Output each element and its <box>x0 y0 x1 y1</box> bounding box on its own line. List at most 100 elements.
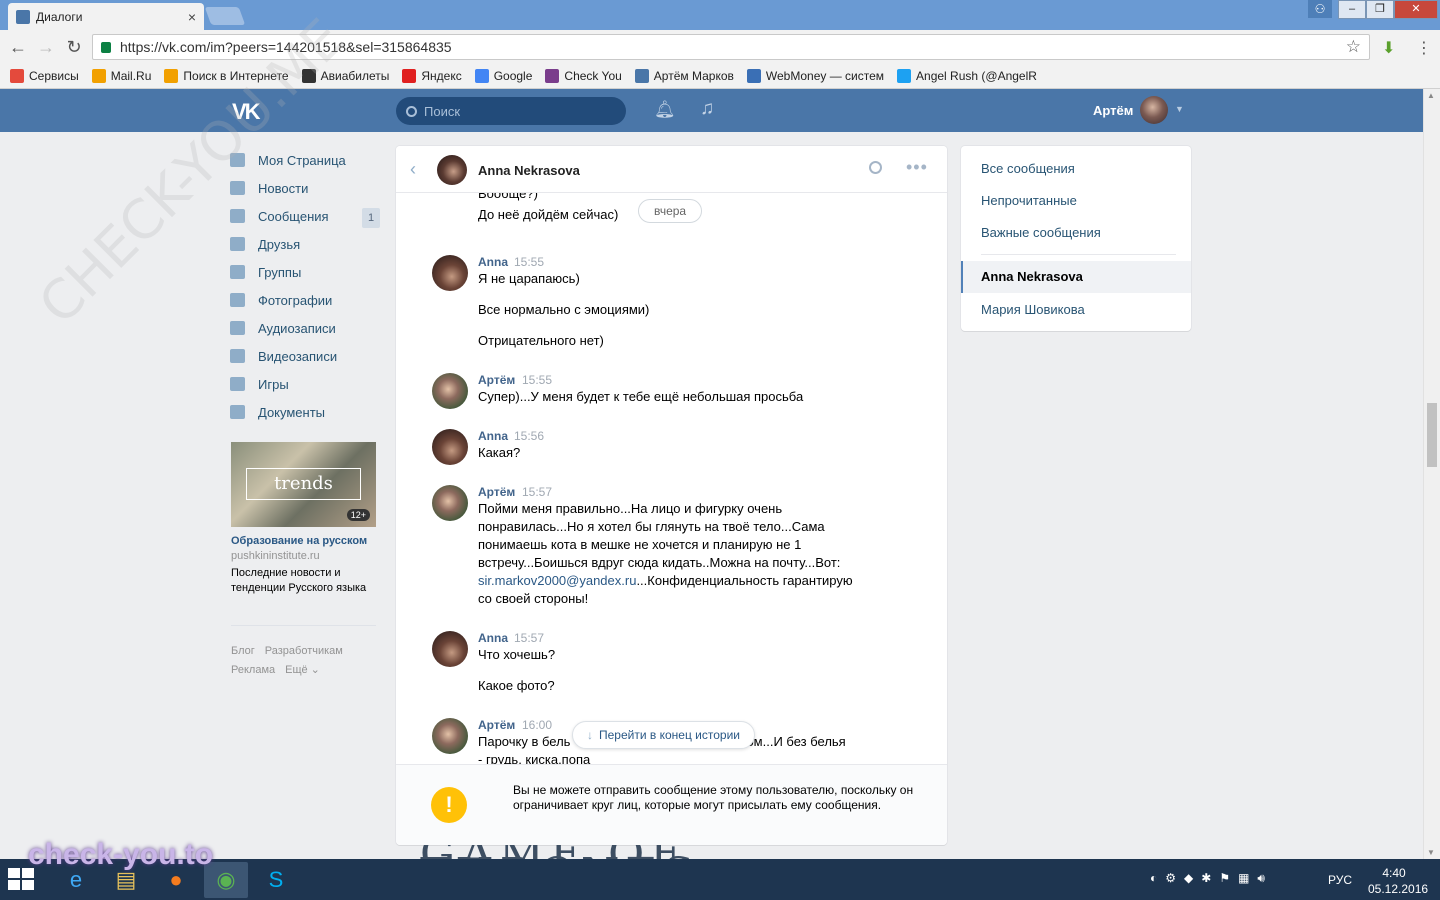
page-scrollbar[interactable]: ▲ ▼ <box>1423 89 1440 859</box>
bookmark-item[interactable]: Авиабилеты <box>301 69 389 83</box>
peer-name[interactable]: Anna Nekrasova <box>478 163 580 178</box>
skype-icon[interactable]: S <box>254 862 298 898</box>
back-arrow-icon[interactable]: ← <box>8 37 28 57</box>
message-time[interactable]: 16:00 <box>522 718 552 732</box>
avatar[interactable] <box>432 718 468 754</box>
tray-green-icon[interactable]: ◆ <box>1184 871 1193 886</box>
avatar[interactable] <box>432 373 468 409</box>
vk-logo[interactable]: VK <box>232 99 261 125</box>
arrow-down-icon: ↓ <box>587 728 593 742</box>
sidebar-item[interactable]: Моя Страница <box>230 146 380 174</box>
message-time[interactable]: 15:55 <box>522 373 552 387</box>
message-author[interactable]: Anna <box>478 631 508 645</box>
search-icon[interactable] <box>869 161 882 174</box>
message-author[interactable]: Anna <box>478 255 508 269</box>
conversation-item[interactable]: Мария Шовикова <box>981 302 1085 317</box>
footer-link-more[interactable]: Ещё ⌄ <box>285 664 320 676</box>
bookmark-star-icon[interactable]: ☆ <box>1346 37 1361 57</box>
steam-icon[interactable]: ⚙ <box>1165 871 1176 886</box>
profile-icon[interactable]: ⚇ <box>1308 0 1332 18</box>
footer-link-blog[interactable]: Блог <box>231 645 255 657</box>
message-history[interactable]: Вообще?) До неё дойдём сейчас) вчера Ann… <box>396 193 947 764</box>
volume-icon[interactable]: 🔊︎ <box>1257 871 1265 886</box>
new-tab-button[interactable] <box>204 7 246 25</box>
avatar[interactable] <box>432 429 468 465</box>
message-time[interactable]: 15:57 <box>514 631 544 645</box>
avatar[interactable] <box>432 631 468 667</box>
conversation-item-active[interactable]: Anna Nekrasova <box>961 261 1191 293</box>
sidebar-item[interactable]: Документы <box>230 398 380 426</box>
download-extension-icon[interactable]: ⬇ <box>1382 38 1395 58</box>
bell-icon[interactable]: 🔔︎ <box>654 100 676 120</box>
sidebar-item[interactable]: Друзья <box>230 230 380 258</box>
menu-dots-icon[interactable]: ⋮ <box>1416 38 1432 58</box>
tray-red-icon[interactable]: ✱ <box>1201 871 1211 886</box>
filter-important[interactable]: Важные сообщения <box>981 225 1101 240</box>
message-author[interactable]: Артём <box>478 485 515 499</box>
message-time[interactable]: 15:56 <box>514 429 544 443</box>
network-icon[interactable]: ▦ <box>1238 871 1249 886</box>
sidebar-item[interactable]: Группы <box>230 258 380 286</box>
bookmark-item[interactable]: Яндекс <box>402 69 462 83</box>
email-link[interactable]: sir.markov2000@yandex.ru <box>478 573 636 588</box>
chevron-down-icon[interactable]: ▼ <box>1175 104 1184 114</box>
header-user-name[interactable]: Артём <box>1093 103 1133 118</box>
bookmark-item[interactable]: Поиск в Интернете <box>164 69 289 83</box>
tab-close-button[interactable]: × <box>188 9 196 25</box>
background-art-text: GAME OF THRONES <box>420 845 980 859</box>
sidebar-item[interactable]: Сообщения 1 <box>230 202 380 230</box>
footer-link-developers[interactable]: Разработчикам <box>265 645 343 657</box>
bookmark-item[interactable]: Mail.Ru <box>91 69 151 83</box>
promo-image[interactable]: trends 12+ <box>231 442 376 527</box>
bookmark-item[interactable]: Артём Марков <box>634 69 734 83</box>
tray-app-icon[interactable]: ◐ <box>1150 871 1157 886</box>
sidebar-item[interactable]: Видеозаписи <box>230 342 380 370</box>
language-indicator[interactable]: РУС <box>1328 873 1352 887</box>
search-input[interactable]: Поиск <box>396 97 626 125</box>
bookmark-item[interactable]: Angel Rush (@AngelR <box>897 69 1037 83</box>
flag-icon[interactable]: ⚑ <box>1219 871 1230 886</box>
minimize-button[interactable]: – <box>1338 0 1366 19</box>
scrollbar-thumb[interactable] <box>1427 403 1437 467</box>
avatar[interactable] <box>432 485 468 521</box>
clock[interactable]: 4:40 05.12.2016 <box>1368 865 1428 897</box>
filter-unread[interactable]: Непрочитанные <box>981 193 1077 208</box>
back-chevron-icon[interactable]: ‹ <box>410 159 416 180</box>
bookmark-item[interactable]: Google <box>474 69 532 83</box>
address-bar[interactable]: https://vk.com/im?peers=144201518&sel=31… <box>92 34 1370 60</box>
forward-arrow-icon[interactable]: → <box>36 37 56 57</box>
bookmark-item[interactable]: WebMoney — систем <box>746 69 884 83</box>
reload-icon[interactable]: ↻ <box>64 37 84 57</box>
sidebar-item-label: Фотографии <box>258 292 333 308</box>
message-author[interactable]: Артём <box>478 373 515 387</box>
avatar[interactable] <box>1140 96 1168 124</box>
message-author[interactable]: Артём <box>478 718 515 732</box>
message-author[interactable]: Anna <box>478 429 508 443</box>
bookmark-item[interactable]: Сервисы <box>10 69 79 83</box>
promo-title[interactable]: Образование на русском <box>231 535 376 547</box>
search-icon <box>406 105 417 117</box>
scroll-up-icon[interactable]: ▲ <box>1427 91 1435 100</box>
message-time[interactable]: 15:57 <box>522 485 552 499</box>
footer-link-ads[interactable]: Реклама <box>231 664 275 676</box>
bookmark-icon <box>634 69 649 83</box>
music-note-icon[interactable]: ♫ <box>700 98 714 120</box>
promo-block[interactable]: trends 12+ Образование на русском pushki… <box>231 442 376 596</box>
sidebar-item[interactable]: Новости <box>230 174 380 202</box>
jump-to-end-button[interactable]: ↓ Перейти в конец истории <box>572 721 755 749</box>
bookmark-icon <box>897 69 912 83</box>
clock-time: 4:40 <box>1382 866 1406 880</box>
tab-dialogs[interactable]: Диалоги × <box>8 3 204 30</box>
message-time[interactable]: 15:55 <box>514 255 544 269</box>
sidebar-item[interactable]: Аудиозаписи <box>230 314 380 342</box>
bookmark-item[interactable]: Check You <box>545 69 622 83</box>
sidebar-item[interactable]: Игры <box>230 370 380 398</box>
close-window-button[interactable]: ✕ <box>1394 0 1438 19</box>
peer-avatar[interactable] <box>437 155 467 185</box>
avatar[interactable] <box>432 255 468 291</box>
sidebar-item[interactable]: Фотографии <box>230 286 380 314</box>
scroll-down-icon[interactable]: ▼ <box>1427 848 1435 857</box>
maximize-button[interactable]: ❐ <box>1366 0 1394 19</box>
filter-all-messages[interactable]: Все сообщения <box>981 161 1075 176</box>
more-dots-icon[interactable]: ••• <box>906 157 928 178</box>
